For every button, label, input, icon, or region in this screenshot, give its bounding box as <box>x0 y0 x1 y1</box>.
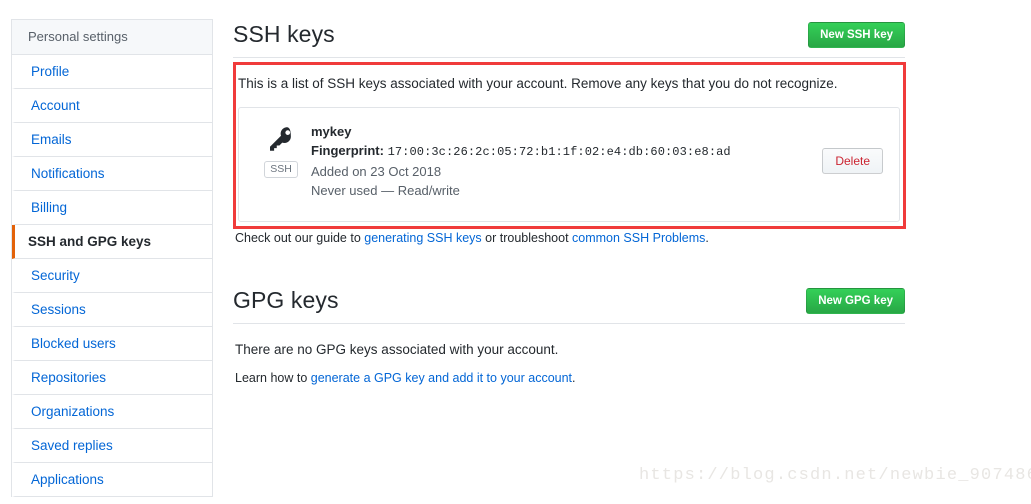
gpg-empty-message: There are no GPG keys associated with yo… <box>235 342 559 357</box>
gpg-learn-suffix: . <box>572 371 576 385</box>
ssh-keys-intro-text: This is a list of SSH keys associated wi… <box>238 76 838 91</box>
blog-url-watermark: https://blog.csdn.net/newbie_907486852 <box>639 466 1031 485</box>
sidebar-item-security[interactable]: Security <box>12 259 212 293</box>
new-ssh-key-button[interactable]: New SSH key <box>808 22 905 48</box>
ssh-type-badge: SSH <box>264 161 298 178</box>
fingerprint-value: 17:00:3c:26:2c:05:72:b1:1f:02:e4:db:60:0… <box>387 145 731 159</box>
ssh-keys-title: SSH keys <box>233 21 335 47</box>
ssh-key-fingerprint-row: Fingerprint: 17:00:3c:26:2c:05:72:b1:1f:… <box>311 141 822 162</box>
gpg-keys-title: GPG keys <box>233 287 339 313</box>
sidebar-item-ssh-and-gpg-keys[interactable]: SSH and GPG keys <box>12 225 212 259</box>
ssh-key-usage-status: Never used — Read/write <box>311 183 460 198</box>
ssh-help-prefix: Check out our guide to <box>235 231 365 245</box>
sidebar-item-account[interactable]: Account <box>12 89 212 123</box>
sidebar-header: Personal settings <box>12 20 212 55</box>
ssh-key-actions: Delete <box>822 122 883 200</box>
gpg-learn-prefix: Learn how to <box>235 371 311 385</box>
main-content: SSH keys New SSH key This is a list of S… <box>233 19 905 387</box>
generating-ssh-keys-link[interactable]: generating SSH keys <box>364 231 481 245</box>
common-ssh-problems-link[interactable]: common SSH Problems <box>572 231 705 245</box>
ssh-key-name: mykey <box>311 124 352 139</box>
sidebar-item-emails[interactable]: Emails <box>12 123 212 157</box>
sidebar-item-saved-replies[interactable]: Saved replies <box>12 429 212 463</box>
sidebar-item-applications[interactable]: Applications <box>12 463 212 497</box>
sidebar-item-notifications[interactable]: Notifications <box>12 157 212 191</box>
generate-gpg-key-link[interactable]: generate a GPG key and add it to your ac… <box>311 371 572 385</box>
personal-settings-sidebar: Personal settings Profile Account Emails… <box>11 19 213 497</box>
ssh-key-list-item: SSH mykey Fingerprint: 17:00:3c:26:2c:05… <box>238 107 900 222</box>
ssh-keys-section-header: SSH keys New SSH key <box>233 19 905 57</box>
ssh-key-details: mykey Fingerprint: 17:00:3c:26:2c:05:72:… <box>307 122 822 200</box>
sidebar-item-billing[interactable]: Billing <box>12 191 212 225</box>
fingerprint-label: Fingerprint: <box>311 143 384 158</box>
new-gpg-key-button[interactable]: New GPG key <box>806 288 905 314</box>
ssh-key-icon-column: SSH <box>255 122 307 200</box>
sidebar-item-sessions[interactable]: Sessions <box>12 293 212 327</box>
delete-ssh-key-button[interactable]: Delete <box>822 148 883 174</box>
ssh-help-line: Check out our guide to generating SSH ke… <box>233 222 905 247</box>
gpg-learn-line: Learn how to generate a GPG key and add … <box>233 359 905 387</box>
sidebar-item-blocked-users[interactable]: Blocked users <box>12 327 212 361</box>
ssh-help-suffix: . <box>705 231 709 245</box>
ssh-help-middle: or troubleshoot <box>481 231 573 245</box>
sidebar-item-profile[interactable]: Profile <box>12 55 212 89</box>
ssh-key-added-date: Added on 23 Oct 2018 <box>311 164 442 179</box>
gpg-keys-section-header: GPG keys New GPG key <box>233 285 905 323</box>
key-icon <box>255 124 307 154</box>
sidebar-item-repositories[interactable]: Repositories <box>12 361 212 395</box>
settings-page: Personal settings Profile Account Emails… <box>0 0 1031 504</box>
sidebar-item-organizations[interactable]: Organizations <box>12 395 212 429</box>
